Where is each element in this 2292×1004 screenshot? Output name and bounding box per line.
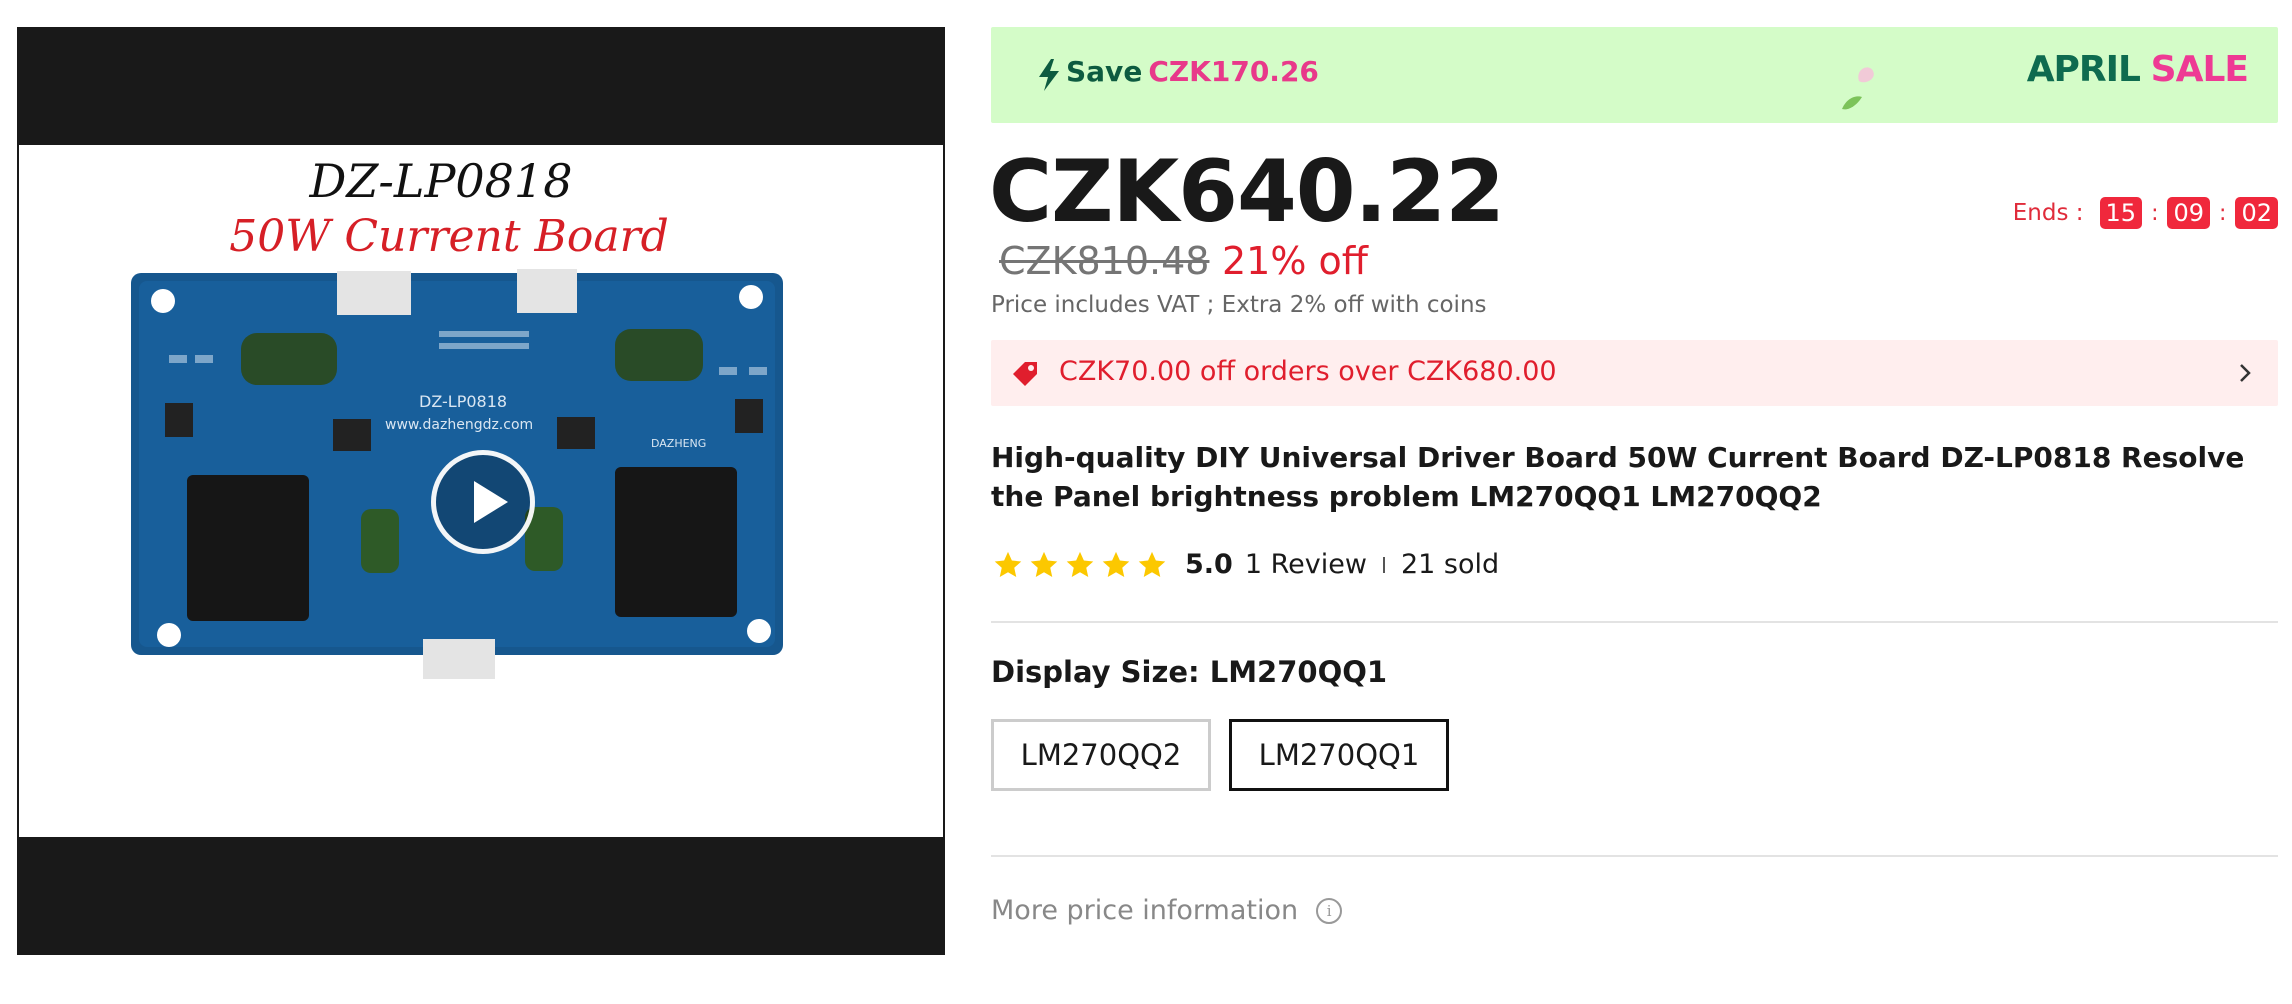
current-price: CZK640.22 [989,142,1505,242]
countdown-hours: 15 [2099,197,2143,229]
chevron-right-icon [2240,364,2251,382]
coupon-text: CZK70.00 off orders over CZK680.00 [1059,356,1557,387]
divider [991,855,2278,857]
board-url: www.dazhengdz.com [385,417,533,433]
promo-banner: Save CZK170.26 APRIL SALE [991,27,2278,123]
image-caption-title: 50W Current Board [229,211,669,262]
tag-icon [1013,362,1037,386]
april-word: APRIL [2026,49,2141,90]
divider [1382,556,1385,573]
countdown-timer: Ends : 15 : 09 : 02 [2013,197,2278,229]
save-label: Save [1066,55,1143,88]
star-icon [1066,551,1094,577]
more-price-info[interactable]: More price information i [991,895,1343,926]
sale-word: SALE [2150,49,2249,90]
variant-option-lm270qq2[interactable]: LM270QQ2 [991,719,1211,791]
product-image[interactable]: DZ-LP0818 50W Current Board DZ-LP0818 ww… [19,145,943,837]
lightning-icon [1039,59,1059,91]
board-brand: DAZHENG [651,437,706,450]
flower-petal-icon [1858,67,1874,83]
rating-score: 5.0 [1185,549,1233,580]
play-video-button[interactable] [431,450,535,554]
countdown-seconds: 02 [2235,197,2278,229]
original-price: CZK810.48 [999,239,1210,283]
save-amount-label: Save CZK170.26 [1066,55,1319,88]
variant-label: Display Size: LM270QQ1 [991,655,1388,689]
divider [991,621,2278,623]
star-icon [1102,551,1130,577]
board-silkscreen: DZ-LP0818 [419,392,507,411]
countdown-minutes: 09 [2167,197,2211,229]
more-price-info-label: More price information [991,895,1299,926]
image-caption-model: DZ-LP0818 [309,154,573,208]
star-icon [1138,551,1166,577]
sold-count: 21 sold [1400,549,1500,580]
countdown-separator: : [2219,200,2227,226]
countdown-separator: : [2151,200,2159,226]
leaf-icon [1842,96,1862,110]
product-title: High-quality DIY Universal Driver Board … [991,441,2245,513]
reviews-link[interactable]: 1 Review [1245,549,1367,580]
info-icon[interactable]: i [1316,897,1343,924]
star-icon [1030,551,1058,577]
countdown-label: Ends : [2012,200,2084,226]
vat-note: Price includes VAT ; Extra 2% off with c… [991,292,1487,318]
save-amount: CZK170.26 [1148,55,1319,88]
coupon-offer[interactable]: CZK70.00 off orders over CZK680.00 [991,340,2278,406]
discount-percent: 21% off [1222,239,1368,283]
star-icon [994,551,1022,577]
product-media-viewer[interactable]: DZ-LP0818 50W Current Board DZ-LP0818 ww… [17,27,945,955]
variant-option-lm270qq1[interactable]: LM270QQ1 [1229,719,1449,791]
rating-row: 5.0 1 Review 21 sold [993,549,1499,580]
